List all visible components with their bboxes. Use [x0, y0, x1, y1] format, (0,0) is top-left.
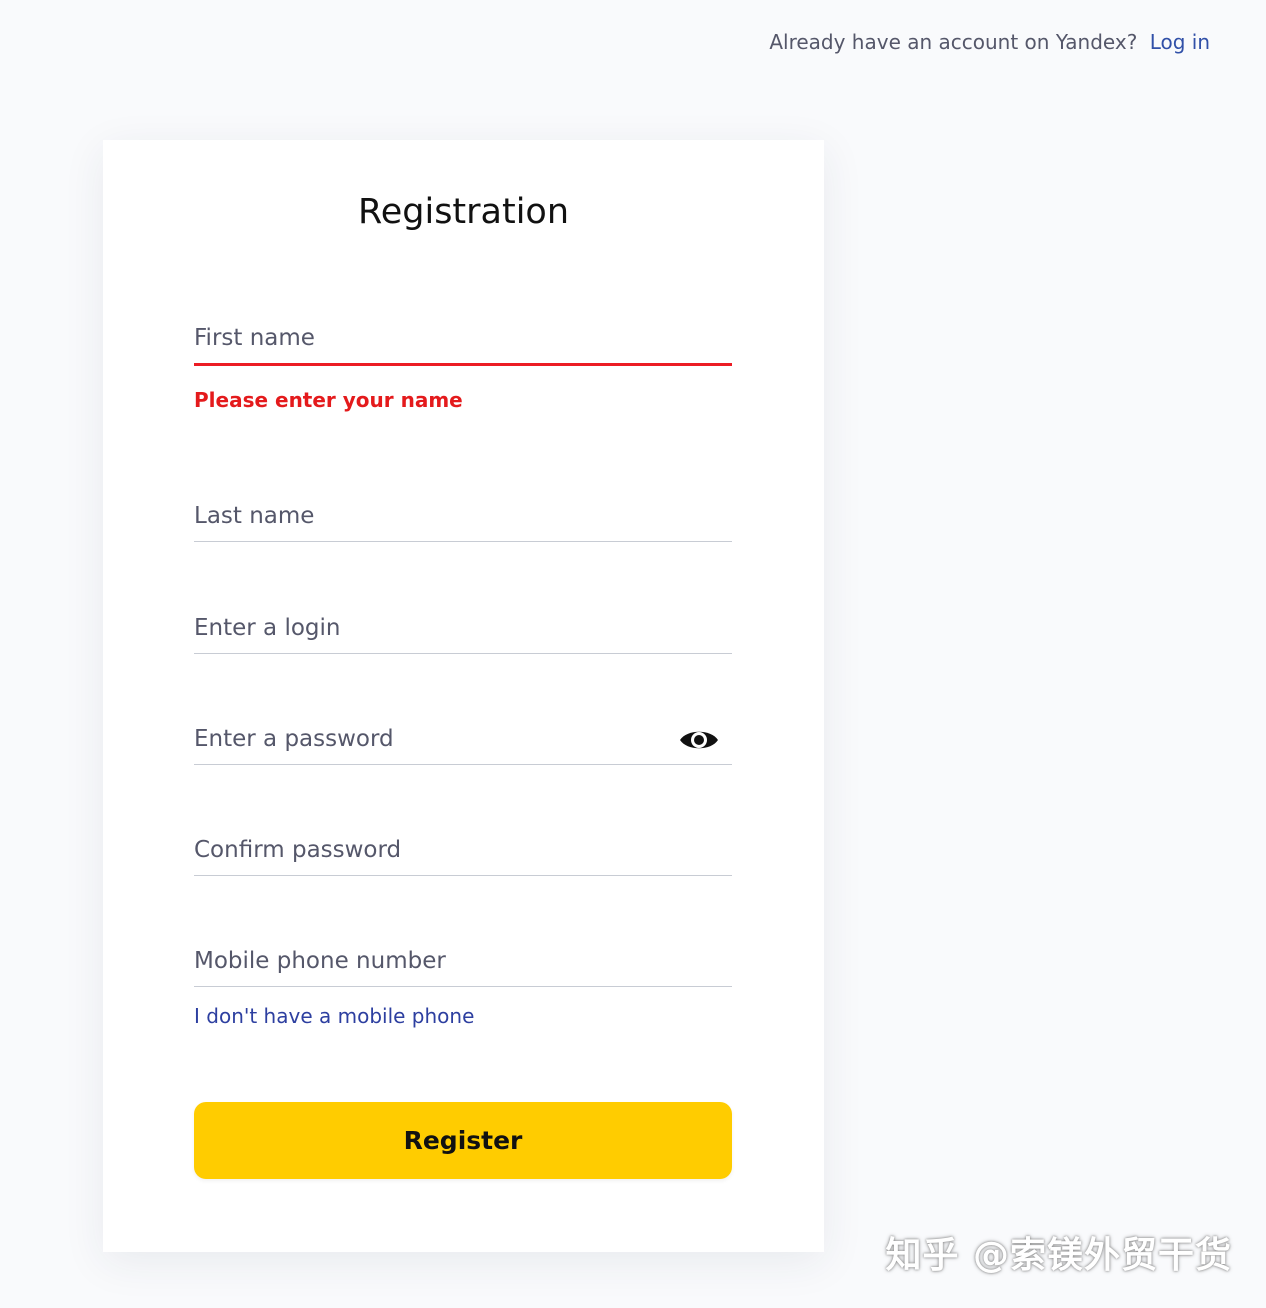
account-prompt: Already have an account on Yandex?: [769, 30, 1138, 54]
password-input[interactable]: [194, 726, 732, 765]
watermark: 知乎 @索镁外贸干货: [885, 1235, 1232, 1276]
phone-input[interactable]: [194, 948, 732, 987]
eye-icon[interactable]: [678, 726, 720, 754]
no-phone-link[interactable]: I don't have a mobile phone: [194, 1004, 474, 1028]
first-name-input[interactable]: [194, 325, 732, 366]
page-title: Registration: [357, 192, 570, 232]
first-name-field-wrapper: [194, 325, 732, 366]
registration-card: Registration Please enter your name I do…: [103, 140, 824, 1252]
register-button[interactable]: Register: [194, 1102, 732, 1179]
last-name-field-wrapper: [194, 503, 732, 542]
password-field-wrapper: [194, 726, 732, 765]
login-input[interactable]: [194, 615, 732, 654]
top-bar: Already have an account on Yandex? Log i…: [769, 30, 1210, 54]
login-link[interactable]: Log in: [1150, 30, 1210, 54]
login-field-wrapper: [194, 615, 732, 654]
confirm-password-input[interactable]: [194, 837, 732, 876]
confirm-password-field-wrapper: [194, 837, 732, 876]
last-name-input[interactable]: [194, 503, 732, 542]
phone-field-wrapper: [194, 948, 732, 987]
first-name-error: Please enter your name: [194, 388, 463, 412]
